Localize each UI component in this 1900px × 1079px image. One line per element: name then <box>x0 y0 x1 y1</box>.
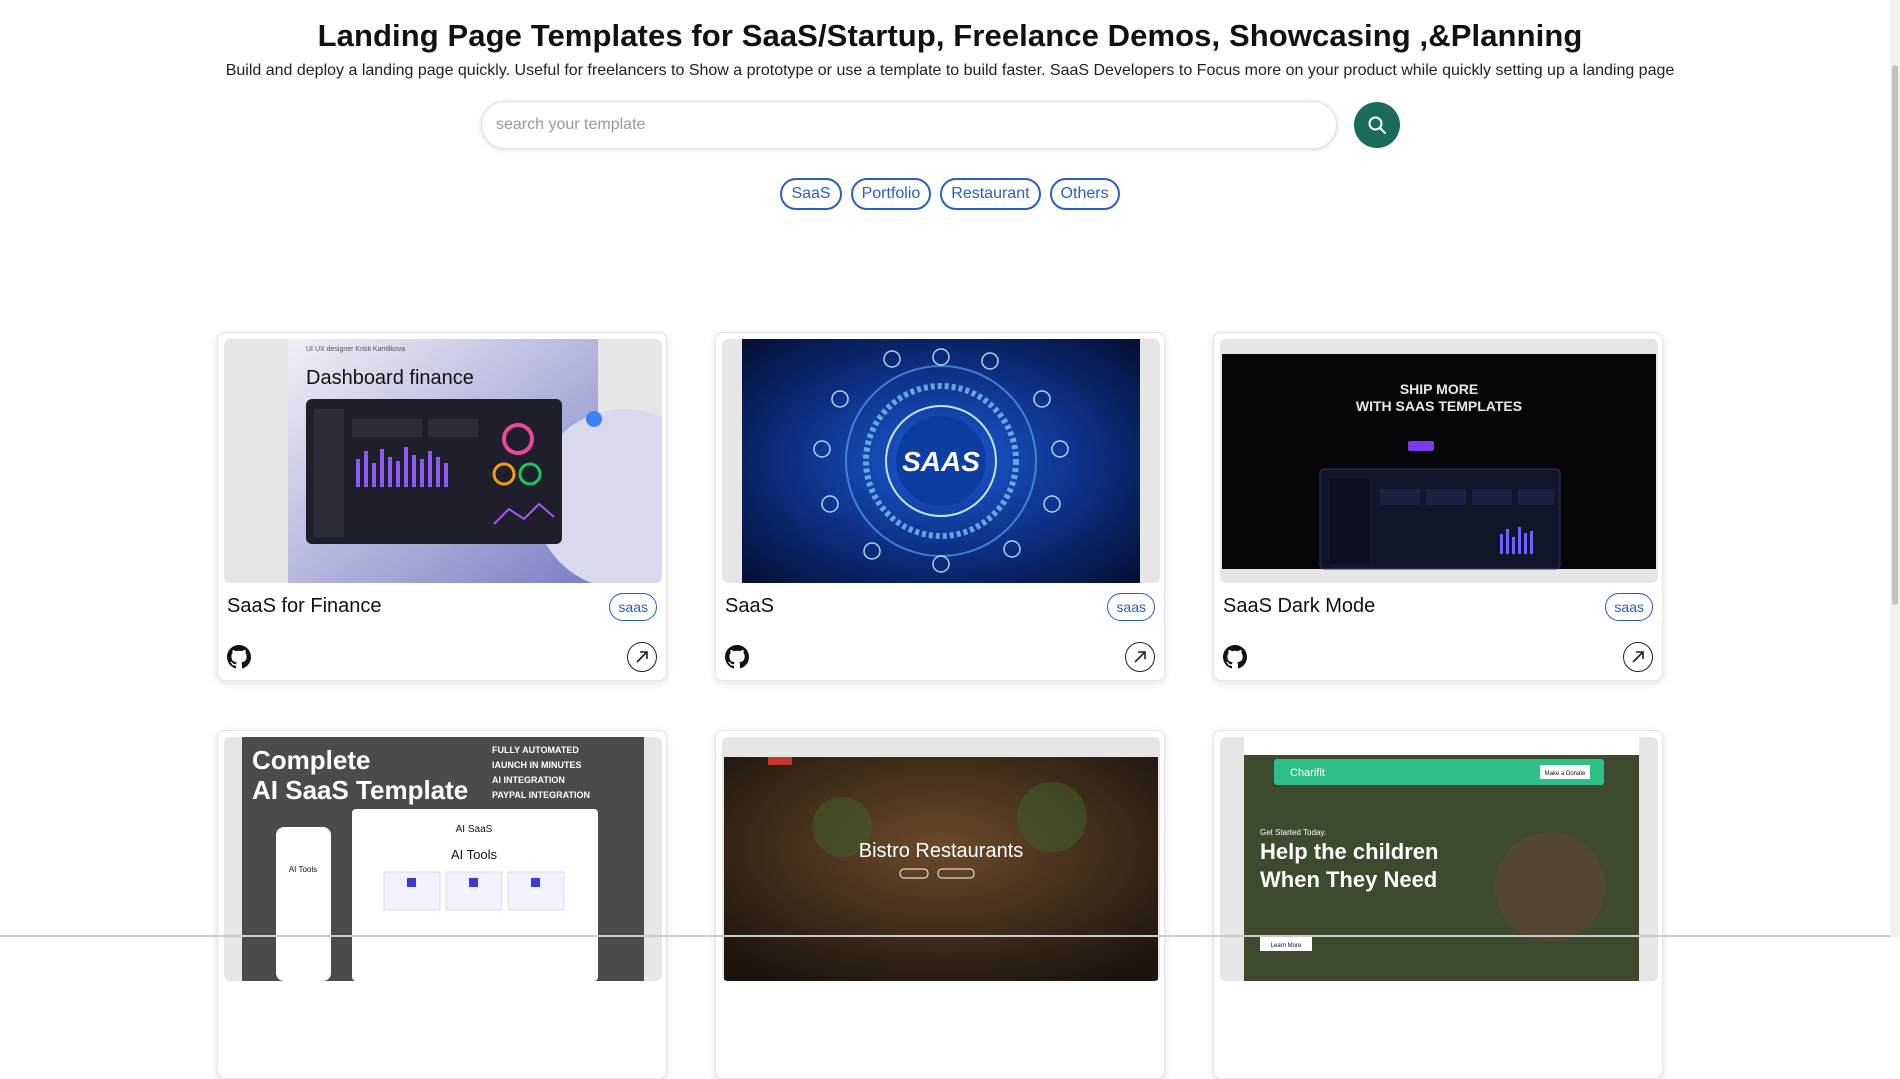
svg-text:Dashboard finance: Dashboard finance <box>306 367 474 389</box>
template-thumbnail[interactable]: Complete AI SaaS Template FULLY AUTOMATE… <box>224 737 662 981</box>
search-bar <box>481 101 1400 149</box>
github-icon[interactable] <box>1223 645 1247 669</box>
template-card[interactable]: UI UX designer Kristi Kamlikova Dashboar… <box>217 332 667 681</box>
filter-tag-portfolio[interactable]: Portfolio <box>850 178 932 210</box>
svg-text:Make a Donate: Make a Donate <box>1545 771 1586 777</box>
arrow-up-right-icon <box>636 651 648 663</box>
template-thumbnail[interactable]: Charifit Make a Donate Get Started Today… <box>1220 737 1658 981</box>
thumbnail-image: Charifit Make a Donate Get Started Today… <box>1244 737 1639 981</box>
thumbnail-image: Bistro Restaurants <box>724 757 1158 981</box>
template-thumbnail[interactable]: SAAS <box>722 339 1160 583</box>
template-thumbnail[interactable]: SHIP MORE WITH SAAS TEMPLATES <box>1220 339 1658 583</box>
thumbnail-image: SHIP MORE WITH SAAS TEMPLATES <box>1222 354 1656 570</box>
open-template-button[interactable] <box>627 642 657 672</box>
svg-text:AI SaaS Template: AI SaaS Template <box>252 775 468 805</box>
template-card[interactable]: Charifit Make a Donate Get Started Today… <box>1213 730 1663 1079</box>
svg-text:Complete: Complete <box>252 745 370 775</box>
thumbnail-image: UI UX designer Kristi Kamlikova Dashboar… <box>288 339 662 583</box>
open-template-button[interactable] <box>1125 642 1155 672</box>
arrow-up-right-icon <box>1632 651 1644 663</box>
search-button[interactable] <box>1354 102 1400 148</box>
template-thumbnail[interactable]: UI UX designer Kristi Kamlikova Dashboar… <box>224 339 662 583</box>
search-box <box>481 101 1337 149</box>
template-title: SaaS <box>725 595 774 617</box>
search-icon <box>1368 116 1386 134</box>
svg-text:FULLY AUTOMATED: FULLY AUTOMATED <box>492 745 579 755</box>
svg-text:UI UX designer Kristi Kamlik: UI UX designer Kristi Kamlikova <box>306 346 405 353</box>
template-title: SaaS Dark Mode <box>1223 595 1376 617</box>
thumbnail-image: Complete AI SaaS Template FULLY AUTOMATE… <box>242 737 644 981</box>
category-badge: saas <box>609 593 657 621</box>
svg-text:AI Tools: AI Tools <box>451 847 498 862</box>
svg-text:Get Started Today.: Get Started Today. <box>1260 828 1326 837</box>
filter-tag-others[interactable]: Others <box>1049 178 1120 210</box>
svg-text:Learn More: Learn More <box>1271 943 1302 949</box>
search-input[interactable] <box>494 115 1324 135</box>
scrollbar-thumb[interactable] <box>1892 65 1898 605</box>
svg-text:Charifit: Charifit <box>1290 767 1325 779</box>
github-icon[interactable] <box>725 645 749 669</box>
filter-tag-restaurant[interactable]: Restaurant <box>940 178 1041 210</box>
template-card[interactable]: SHIP MORE WITH SAAS TEMPLATES SaaS Dark … <box>1213 332 1663 681</box>
page-scrollbar[interactable] <box>1890 0 1900 937</box>
category-filters: SaaS Portfolio Restaurant Others <box>0 178 1900 210</box>
svg-text:WITH SAAS TEMPLATES: WITH SAAS TEMPLATES <box>1356 398 1522 414</box>
thumbnail-image: SAAS <box>742 339 1140 583</box>
svg-text:SAAS: SAAS <box>902 446 980 477</box>
svg-text:AI INTEGRATION: AI INTEGRATION <box>492 775 565 785</box>
svg-text:Help the children: Help the children <box>1260 839 1438 864</box>
github-icon[interactable] <box>227 645 251 669</box>
template-thumbnail[interactable]: Bistro Restaurants <box>722 737 1160 981</box>
page-title: Landing Page Templates for SaaS/Startup,… <box>317 18 1583 53</box>
svg-text:When They Need: When They Need <box>1260 867 1437 892</box>
svg-text:PAYPAL INTEGRATION: PAYPAL INTEGRATION <box>492 790 590 800</box>
svg-text:AI SaaS: AI SaaS <box>456 824 493 835</box>
category-badge: saas <box>1107 593 1155 621</box>
svg-text:AI Tools: AI Tools <box>289 865 317 874</box>
template-card[interactable]: SAAS SaaS saas <box>715 332 1165 681</box>
svg-text:SHIP MORE: SHIP MORE <box>1400 381 1478 397</box>
open-template-button[interactable] <box>1623 642 1653 672</box>
template-card[interactable]: Bistro Restaurants <box>715 730 1165 1079</box>
template-card[interactable]: Complete AI SaaS Template FULLY AUTOMATE… <box>217 730 667 1079</box>
filter-tag-saas[interactable]: SaaS <box>780 178 842 210</box>
svg-text:lAUNCH IN MINUTES: lAUNCH IN MINUTES <box>492 760 582 770</box>
category-badge: saas <box>1605 593 1653 621</box>
page-subtitle: Build and deploy a landing page quickly.… <box>225 62 1675 79</box>
arrow-up-right-icon <box>1134 651 1146 663</box>
template-title: SaaS for Finance <box>227 595 382 617</box>
svg-text:Bistro Restaurants: Bistro Restaurants <box>859 840 1024 862</box>
page-header: Landing Page Templates for SaaS/Startup,… <box>0 0 1900 80</box>
